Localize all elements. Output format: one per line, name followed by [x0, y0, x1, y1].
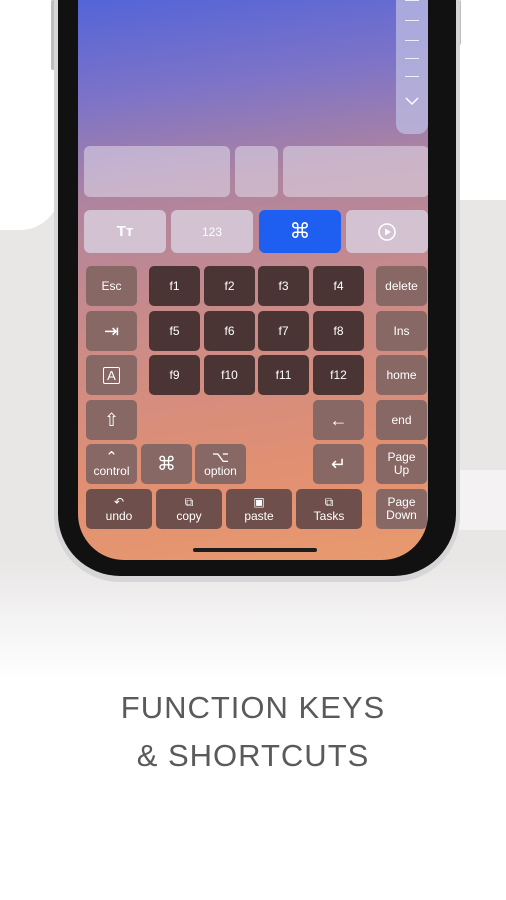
command-icon: ⌘ [289, 220, 311, 243]
option-label: option [204, 464, 237, 478]
caps-lock-icon: A [103, 366, 120, 384]
f2-label: f2 [224, 278, 235, 293]
home-label: home [386, 367, 417, 382]
tab-numbers[interactable]: 123 [171, 210, 253, 253]
command-key[interactable]: ⌘ [141, 444, 192, 484]
f5-label: f5 [169, 323, 180, 338]
f11-label: f11 [275, 367, 292, 382]
f3-key[interactable]: f3 [258, 266, 309, 306]
suggestion-slot[interactable] [283, 146, 428, 197]
caps-lock-key[interactable]: A [86, 355, 137, 395]
control-label: control [93, 464, 130, 478]
f8-key[interactable]: f8 [313, 311, 364, 351]
scroll-tick [405, 20, 419, 21]
esc-label: Esc [101, 278, 122, 293]
copy-key[interactable]: ⧉ copy [156, 489, 222, 529]
esc-key[interactable]: Esc [86, 266, 137, 306]
tab-text-format[interactable]: Tт [84, 210, 166, 253]
scroll-tick [405, 76, 419, 77]
text-format-icon: Tт [116, 223, 134, 240]
paste-key[interactable]: ▣ paste [226, 489, 292, 529]
play-circle-icon [378, 222, 396, 241]
f2-key[interactable]: f2 [204, 266, 255, 306]
page-down-label: Page Down [386, 495, 417, 522]
copy-label: copy [176, 509, 202, 523]
tasks-label: Tasks [313, 509, 345, 523]
caption-line-1: FUNCTION KEYS [120, 690, 386, 725]
f5-key[interactable]: f5 [149, 311, 200, 351]
shift-icon: ⇧ [103, 409, 120, 430]
delete-label: delete [385, 278, 418, 293]
undo-icon: ↶ [113, 495, 125, 509]
shift-key[interactable]: ⇧ [86, 400, 137, 440]
undo-key[interactable]: ↶ undo [86, 489, 152, 529]
f11-key[interactable]: f11 [258, 355, 309, 395]
f6-key[interactable]: f6 [204, 311, 255, 351]
paste-icon: ▣ [253, 495, 265, 509]
tab-arrow-icon: ⇥ [103, 320, 120, 341]
suggestion-slot[interactable] [235, 146, 278, 197]
scroll-panel[interactable] [396, 0, 428, 134]
chevron-down-icon[interactable] [404, 94, 420, 108]
control-key[interactable]: ⌃ control [86, 444, 137, 484]
tab-key[interactable]: ⇥ [86, 311, 137, 351]
scroll-tick [405, 0, 419, 1]
tasks-key[interactable]: ⧉ Tasks [296, 489, 362, 529]
f9-key[interactable]: f9 [149, 355, 200, 395]
home-indicator [193, 548, 317, 552]
end-key[interactable]: end [376, 400, 427, 440]
tab-shortcuts[interactable]: ⌘ [259, 210, 341, 253]
f9-label: f9 [169, 367, 180, 382]
f4-label: f4 [333, 278, 344, 293]
control-icon: ⌃ [105, 449, 118, 466]
f6-label: f6 [224, 323, 235, 338]
f10-label: f10 [221, 367, 238, 382]
f12-label: f12 [330, 367, 347, 382]
numbers-icon: 123 [201, 224, 223, 239]
return-icon: ↵ [330, 453, 347, 474]
page-up-key[interactable]: Page Up [376, 444, 427, 484]
page-up-label: Page Up [387, 450, 416, 477]
option-key[interactable]: ⌥ option [195, 444, 246, 484]
home-key[interactable]: home [376, 355, 427, 395]
f12-key[interactable]: f12 [313, 355, 364, 395]
suggestion-slot[interactable] [84, 146, 230, 197]
caption-line-2: & SHORTCUTS [136, 738, 370, 773]
f10-key[interactable]: f10 [204, 355, 255, 395]
paste-label: paste [244, 509, 274, 523]
command-icon: ⌘ [157, 453, 176, 475]
ins-label: Ins [393, 323, 410, 338]
page-down-key[interactable]: Page Down [376, 489, 427, 529]
f1-key[interactable]: f1 [149, 266, 200, 306]
tab-media[interactable] [346, 210, 428, 253]
delete-key[interactable]: delete [376, 266, 427, 306]
left-arrow-key[interactable]: ← [313, 400, 364, 440]
undo-label: undo [105, 509, 133, 523]
end-label: end [391, 412, 412, 427]
return-key[interactable]: ↵ [313, 444, 364, 484]
f3-label: f3 [278, 278, 289, 293]
ins-key[interactable]: Ins [376, 311, 427, 351]
left-arrow-icon: ← [329, 409, 348, 430]
tasks-icon: ⧉ [324, 495, 334, 509]
scroll-tick [405, 40, 419, 41]
scroll-tick [405, 58, 419, 59]
option-icon: ⌥ [211, 449, 230, 466]
f7-key[interactable]: f7 [258, 311, 309, 351]
f7-label: f7 [278, 323, 289, 338]
f1-label: f1 [169, 278, 180, 293]
f8-label: f8 [333, 323, 344, 338]
f4-key[interactable]: f4 [313, 266, 364, 306]
copy-icon: ⧉ [184, 495, 194, 509]
